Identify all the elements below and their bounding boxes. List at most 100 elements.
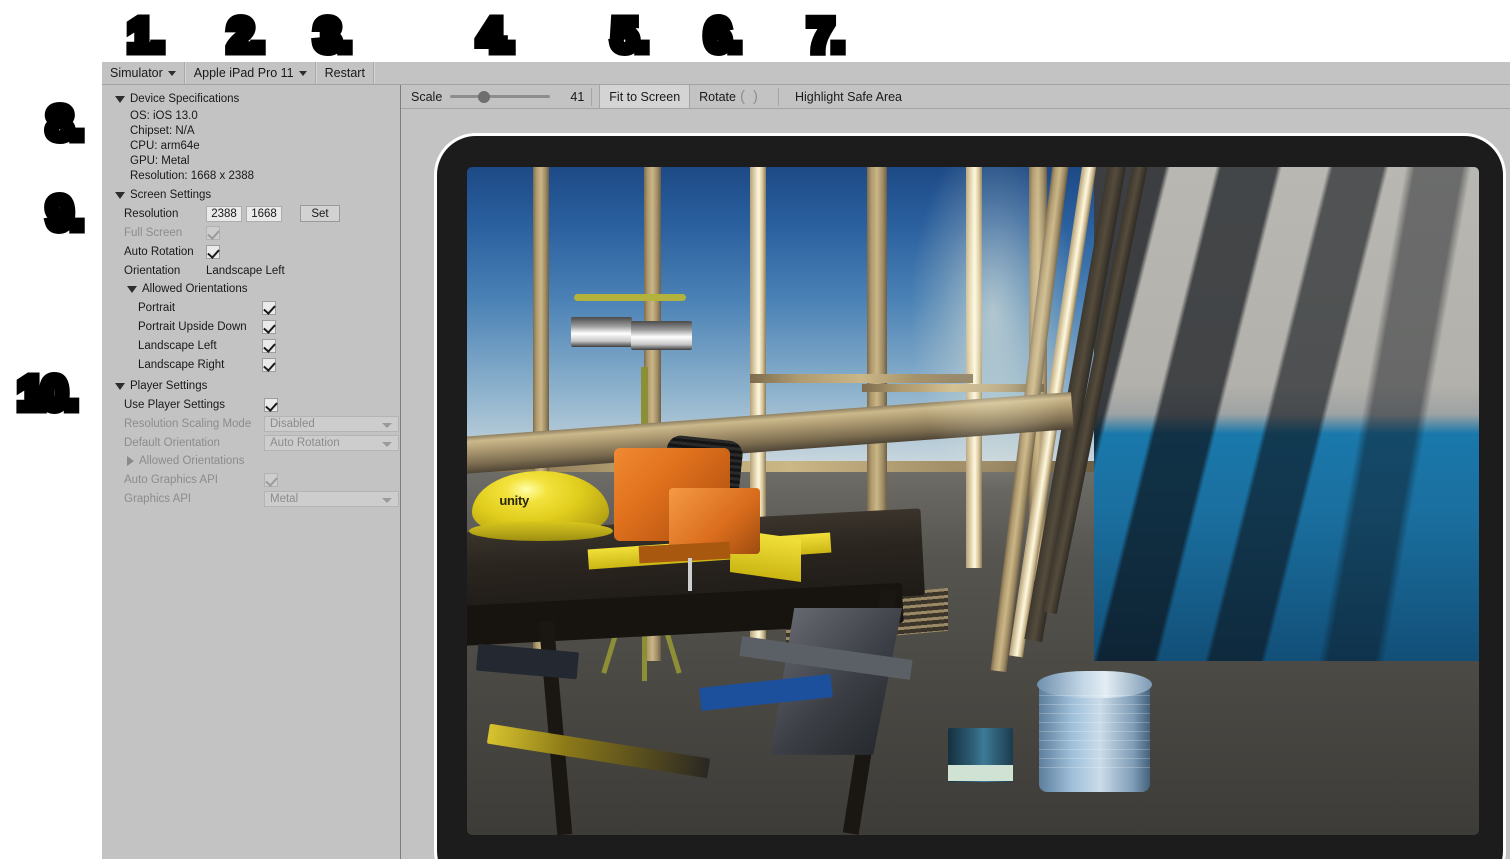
device-inspector-panel: Device Specifications OS: iOS 13.0 Chips… [102,85,401,859]
resolution-scaling-mode-dropdown: Disabled [264,416,399,432]
graphics-api-label: Graphics API [124,493,264,505]
orientation-landscape-right-row: Landscape Right [102,355,400,374]
scene-hard-hat-logo: unity [499,493,529,508]
resolution-row: Resolution 2388 1668 Set [102,204,400,223]
triangle-down-icon [115,383,125,390]
scene-paint-can-label [948,765,1014,781]
rotate-clockwise-icon[interactable]: ) [749,88,762,105]
auto-rotation-checkbox[interactable] [206,245,220,259]
screen-settings-title: Screen Settings [130,189,211,201]
set-resolution-button[interactable]: Set [300,205,340,222]
orientation-portrait-upside-down-checkbox[interactable] [262,320,276,334]
orientation-portrait-label: Portrait [138,302,262,314]
spec-chipset-text: Chipset: N/A [130,125,195,137]
device-specifications-foldout[interactable]: Device Specifications [102,90,400,108]
use-player-settings-row: Use Player Settings [102,395,400,414]
scale-slider-handle[interactable] [478,91,490,103]
resolution-label: Resolution [124,208,206,220]
spec-cpu: CPU: arm64e [102,138,400,153]
resolution-scaling-mode-value: Disabled [270,418,315,430]
triangle-right-icon [127,456,134,466]
spec-cpu-text: CPU: arm64e [130,140,200,152]
full-screen-label: Full Screen [124,227,206,239]
resolution-height-input[interactable]: 1668 [246,206,282,222]
restart-label: Restart [325,66,365,80]
orientation-landscape-left-label: Landscape Left [138,340,262,352]
scale-slider-track [450,95,550,98]
orientation-label: Orientation [124,265,206,277]
player-settings-foldout[interactable]: Player Settings [102,377,400,395]
orientation-landscape-left-row: Landscape Left [102,336,400,355]
scale-slider[interactable] [450,89,550,105]
use-player-settings-checkbox[interactable] [264,398,278,412]
orientation-portrait-upside-down-row: Portrait Upside Down [102,317,400,336]
chevron-down-icon [168,71,176,76]
spec-chipset: Chipset: N/A [102,123,400,138]
fit-to-screen-button[interactable]: Fit to Screen [599,85,690,108]
resolution-scaling-mode-row: Resolution Scaling Mode Disabled [102,414,400,433]
chevron-down-icon [382,442,392,447]
default-orientation-label: Default Orientation [124,437,264,449]
auto-graphics-api-row: Auto Graphics API [102,470,400,489]
annotation-marker: 1. [128,12,162,58]
full-screen-row: Full Screen [102,223,400,242]
scene-stud [862,384,1044,392]
resolution-width-input[interactable]: 2388 [206,206,242,222]
scene-wall-shadows [1094,167,1479,661]
device-screen[interactable]: unity [467,167,1479,835]
annotation-marker: 2. [228,12,262,58]
spec-gpu: GPU: Metal [102,153,400,168]
annotation-marker: 4. [478,12,512,58]
spec-resolution: Resolution: 1668 x 2388 [102,168,400,183]
orientation-landscape-right-checkbox[interactable] [262,358,276,372]
annotation-marker: 9. [47,190,81,236]
graphics-api-value: Metal [270,493,298,505]
device-preview-area: Scale 41 Fit to Screen Rotate ( [401,85,1510,859]
chevron-down-icon [382,498,392,503]
triangle-down-icon [127,286,137,293]
allowed-orientations-title: Allowed Orientations [142,283,247,295]
device-specifications-title: Device Specifications [130,93,239,105]
annotation-marker: 10. [18,370,76,416]
scene-bucket-rings [1039,695,1150,775]
toolbar-filler [374,62,1510,84]
scene-stud [966,167,982,568]
annotation-marker: 3. [315,12,349,58]
allowed-orientations-foldout[interactable]: Allowed Orientations [102,280,400,298]
scale-label: Scale [411,90,442,104]
scale-control: Scale 41 [411,85,584,108]
scene-hard-hat-brim [469,521,613,541]
full-screen-checkbox [206,226,220,240]
orientation-portrait-checkbox[interactable] [262,301,276,315]
annotation-marker: 8. [47,100,81,146]
highlight-safe-area-button[interactable]: Highlight Safe Area [786,90,911,104]
device-select-button[interactable]: Apple iPad Pro 11 [185,62,316,84]
chevron-down-icon [382,423,392,428]
orientation-portrait-row: Portrait [102,298,400,317]
toolbar-separator [778,88,779,106]
spec-os-text: OS: iOS 13.0 [130,110,198,122]
toolbar-separator [591,88,592,106]
spec-resolution-text: Resolution: 1668 x 2388 [130,170,254,182]
orientation-portrait-upside-down-label: Portrait Upside Down [138,321,262,333]
simulator-menu-button[interactable]: Simulator [102,62,185,84]
orientation-value: Landscape Left [206,265,285,277]
resolution-scaling-mode-label: Resolution Scaling Mode [124,418,264,430]
scene-worklight-lamp [571,317,632,346]
game-view-scene: unity [467,167,1479,835]
screen-settings-foldout[interactable]: Screen Settings [102,186,400,204]
default-orientation-value: Auto Rotation [270,437,340,449]
preview-toolbar: Scale 41 Fit to Screen Rotate ( [401,85,1510,109]
device-frame: unity [434,133,1506,859]
auto-rotation-label: Auto Rotation [124,246,206,258]
rotate-control: Rotate ( ) [690,88,771,105]
restart-button[interactable]: Restart [316,62,374,84]
rotate-counter-clockwise-icon[interactable]: ( [736,88,749,105]
auto-graphics-api-label: Auto Graphics API [124,474,264,486]
rotate-label: Rotate [699,90,736,104]
orientation-landscape-left-checkbox[interactable] [262,339,276,353]
use-player-settings-label: Use Player Settings [124,399,264,411]
graphics-api-row: Graphics API Metal [102,489,400,508]
fit-to-screen-label: Fit to Screen [609,90,680,104]
player-allowed-orientations-title: Allowed Orientations [139,455,244,467]
